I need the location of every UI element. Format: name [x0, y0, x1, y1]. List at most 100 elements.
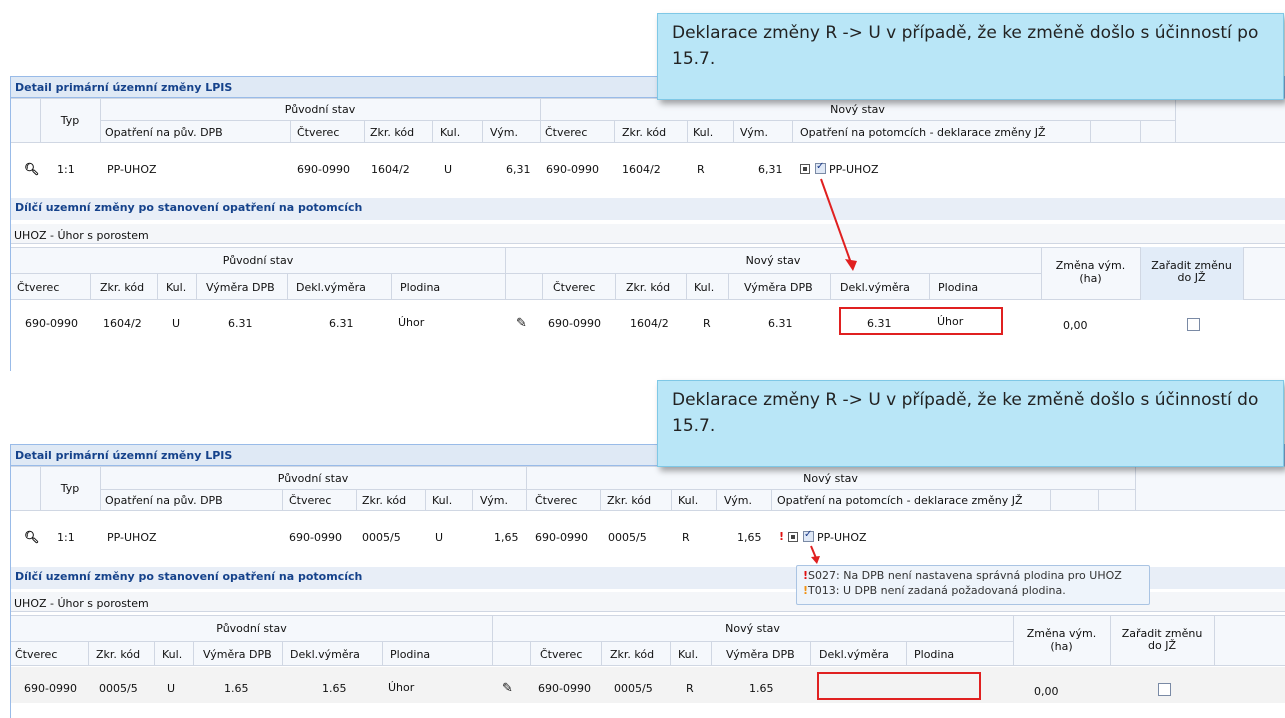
sub-header-puvodni: Původní stav [222, 254, 294, 267]
col-sep [542, 273, 543, 300]
sub-header-kul: Kul. [162, 648, 183, 661]
sub-row-kul: U [172, 317, 181, 330]
sub-row-plodina: Úhor [388, 681, 415, 694]
col-sep [391, 273, 392, 300]
col-sep [196, 273, 197, 300]
row-typ: 1:1 [57, 531, 75, 544]
row-typ: 1:1 [57, 163, 75, 176]
group-label: UHOZ - Úhor s porostem [14, 597, 149, 610]
col-sep [540, 98, 541, 143]
col-sep [1140, 120, 1141, 143]
header-kul: Kul. [440, 126, 461, 139]
row-kul: U [435, 531, 444, 544]
sub-row-n-zkr-kod: 1604/2 [630, 317, 669, 330]
sub-header-dekl: Dekl.výměra [290, 648, 360, 661]
header-novy: Nový stav [803, 472, 858, 485]
header-puvodni: Původní stav [284, 103, 356, 116]
callout-bottom: Deklarace změny R -> U v případě, že ke … [657, 380, 1284, 467]
col-sep [830, 273, 831, 300]
col-sep [154, 641, 155, 666]
header-n-vym: Vým. [724, 494, 752, 507]
group-label: UHOZ - Úhor s porostem [14, 229, 149, 242]
sub-row-vymera: 1.65 [224, 682, 249, 695]
col-sep [88, 641, 89, 666]
sub-row-n-kul: R [686, 682, 694, 695]
col-sep [716, 489, 717, 511]
row-n-vym: 1,65 [737, 531, 762, 544]
header-kul: Kul. [432, 494, 453, 507]
col-sep [1175, 98, 1176, 143]
col-sep [1041, 247, 1042, 300]
col-sep [530, 641, 531, 666]
col-sep [290, 120, 291, 143]
header-n-kul: Kul. [693, 126, 714, 139]
sub-header-zmena-unit: (ha) [1050, 640, 1073, 653]
col-sep [614, 120, 615, 143]
sub-header-plodina: Plodina [390, 648, 431, 661]
col-sep [711, 641, 712, 666]
sub-header-puvodni: Původní stav [216, 622, 287, 635]
sub-row-n-vymera: 1.65 [749, 682, 774, 695]
sub-header-n-vymera: Výměra DPB [744, 281, 813, 294]
row-n-ctverec: 690-0990 [546, 163, 599, 176]
sub-header-n-kul: Kul. [678, 648, 699, 661]
col-sep [505, 247, 506, 300]
row-n-vym: 6,31 [758, 163, 783, 176]
magnifier-icon[interactable]: 🔍︎ [24, 530, 39, 544]
header-n-ctverec: Čtverec [535, 494, 578, 507]
sub-row-ctverec: 690-0990 [25, 317, 78, 330]
tooltip-line1: S027: Na DPB není nastavena správná plod… [808, 569, 1122, 582]
col-sep [100, 466, 101, 511]
col-sep [1013, 615, 1014, 666]
row-vym: 1,65 [494, 531, 519, 544]
opatreni-checkbox[interactable] [815, 161, 826, 174]
header-puvodni: Původní stav [277, 472, 349, 485]
sub-header-vymera: Výměra DPB [206, 281, 275, 294]
col-sep [601, 641, 602, 666]
zaradit-checkbox[interactable] [1158, 683, 1171, 696]
row-n-kul: R [697, 163, 705, 176]
row-n-opatreni: PP-UHOZ [817, 531, 867, 544]
sub-header-zaradit2: do JŽ [1148, 639, 1176, 652]
detail-icon[interactable] [800, 164, 810, 174]
header-divider [100, 489, 1135, 490]
col-sep [432, 120, 433, 143]
opatreni-checkbox[interactable] [803, 529, 814, 542]
pencil-icon[interactable]: ✎ [502, 681, 513, 696]
magnifier-icon[interactable]: 🔍︎ [24, 162, 39, 176]
sub-header-zmena: Změna vým. [1055, 259, 1126, 272]
row-kul: U [444, 163, 453, 176]
row-vym: 6,31 [506, 163, 531, 176]
col-sep [364, 120, 365, 143]
header-ctverec: Čtverec [297, 126, 340, 139]
sub-header-n-vymera: Výměra DPB [726, 648, 795, 661]
header-divider [11, 273, 1041, 274]
sub-row-kul: U [167, 682, 176, 695]
sub-header-ctverec: Čtverec [15, 648, 58, 661]
header-typ: Typ [60, 482, 80, 495]
zaradit-checkbox[interactable] [1187, 318, 1200, 331]
col-sep [482, 120, 483, 143]
header-n-vym: Vým. [740, 126, 768, 139]
header-ctverec: Čtverec [289, 494, 332, 507]
col-sep [90, 273, 91, 300]
pencil-icon[interactable]: ✎ [516, 316, 527, 331]
callout-top: Deklarace změny R -> U v případě, že ke … [657, 13, 1284, 100]
col-sep [1098, 489, 1099, 511]
col-sep [356, 489, 357, 511]
header-n-zkr-kod: Zkr. kód [622, 126, 667, 139]
sub-row-n-ctverec: 690-0990 [538, 682, 591, 695]
highlight-box [839, 307, 1003, 335]
detail-icon[interactable] [788, 532, 798, 542]
empty-dekl-input[interactable] [817, 672, 981, 700]
col-sep [282, 489, 283, 511]
header-n-ctverec: Čtverec [545, 126, 588, 139]
header-typ: Typ [60, 114, 80, 127]
header-vym: Vým. [490, 126, 518, 139]
col-sep [1243, 247, 1244, 300]
sub-row-n-vymera: 6.31 [768, 317, 793, 330]
sub-row-dekl: 1.65 [322, 682, 347, 695]
sub-header-kul: Kul. [166, 281, 187, 294]
col-sep [1214, 615, 1215, 666]
row-ctverec: 690-0990 [297, 163, 350, 176]
